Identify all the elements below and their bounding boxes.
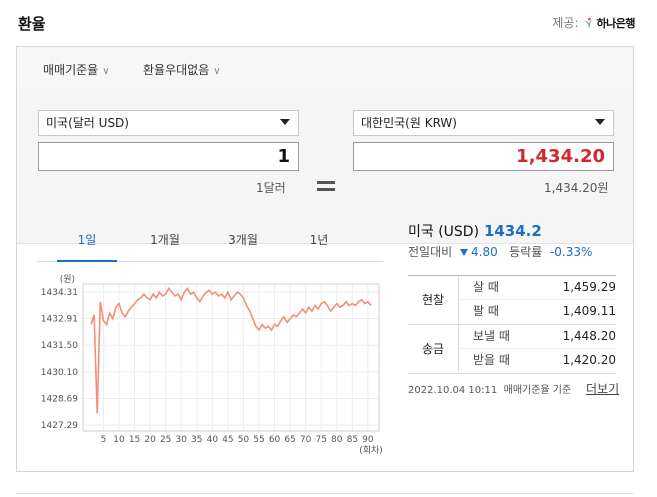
tab-1year[interactable]: 1년 (289, 233, 349, 260)
y-tick-label: 1428.69 (41, 394, 78, 404)
provider-name: 하나은행 (596, 16, 636, 30)
y-tick-label: 1431.50 (41, 341, 78, 351)
from-amount-input[interactable]: 1 (38, 142, 299, 171)
quote-change: 전일대비 4.80 등락률 -0.33% (408, 243, 592, 260)
equals-icon (317, 181, 335, 195)
more-link[interactable]: 더보기 (586, 380, 619, 397)
hana-logo-icon (583, 17, 594, 28)
x-tick-label: 80 (331, 435, 343, 445)
tab-1month[interactable]: 1개월 (135, 233, 195, 260)
y-tick-label: 1427.29 (41, 421, 78, 431)
y-tick-label: 1432.91 (41, 315, 78, 325)
x-axis-label: (회차) (359, 444, 383, 456)
from-currency-select[interactable]: 미국(달러 USD) (38, 110, 299, 136)
x-tick-label: 20 (144, 435, 156, 445)
y-tick-label: 1430.10 (41, 368, 78, 378)
x-tick-label: 5 (101, 435, 107, 445)
quote-country: 미국 (USD) (408, 224, 480, 240)
options-bar: 매매기준율 ∨ 환율우대없음 ∨ (17, 47, 633, 90)
cash-group: 현찰 살 때 1,459.29 팔 때 1,409.11 (408, 276, 616, 325)
x-tick-label: 15 (129, 435, 140, 445)
timestamp: 2022.10.04 10:11 매매기준율 기준 (408, 385, 572, 396)
tab-3months[interactable]: 3개월 (213, 233, 273, 260)
to-amount-input[interactable]: 1,434.20 (353, 142, 614, 171)
x-tick-label: 90 (362, 435, 374, 445)
provider: 제공: 하나은행 (552, 14, 635, 31)
change-label: 전일대비 (408, 245, 453, 259)
x-tick-label: 75 (315, 435, 326, 445)
quote-title: 미국 (USD) 1434.2 (408, 221, 542, 241)
x-tick-label: 70 (300, 435, 312, 445)
x-tick-label: 25 (160, 435, 171, 445)
x-tick-label: 10 (113, 435, 125, 445)
x-tick-label: 35 (191, 435, 202, 445)
rate-label: 등락률 (509, 245, 543, 259)
table-row: 살 때 1,459.29 (459, 276, 616, 300)
series-line (90, 286, 372, 414)
table-row: 받을 때 1,420.20 (473, 353, 616, 367)
caret-down-icon (595, 119, 605, 125)
table-row: 팔 때 1,409.11 (473, 304, 616, 318)
rates-table: 현찰 살 때 1,459.29 팔 때 1,409.11 송금 보낼 때 1,4… (408, 275, 616, 374)
x-tick-label: 85 (347, 435, 358, 445)
chevron-down-icon: ∨ (102, 66, 110, 77)
to-amount-caption: 1,434.20원 (544, 181, 609, 195)
provider-label: 제공: (552, 16, 579, 30)
divider (16, 493, 634, 494)
exchange-panel: 매매기준율 ∨ 환율우대없음 ∨ 미국(달러 USD) 1 1달러 대한민국(원 K… (16, 46, 634, 472)
x-tick-label: 40 (207, 435, 219, 445)
remit-label: 송금 (408, 325, 459, 373)
remit-group: 송금 보낼 때 1,448.20 받을 때 1,420.20 (408, 325, 616, 374)
cash-label: 현찰 (408, 276, 459, 324)
page-title: 환율 (18, 15, 46, 33)
to-currency-select[interactable]: 대한민국(원 KRW) (353, 110, 614, 136)
x-tick-label: 60 (269, 435, 281, 445)
chevron-down-icon: ∨ (213, 66, 221, 77)
x-tick-label: 45 (222, 435, 233, 445)
provider-bank[interactable]: 하나은행 (583, 15, 636, 31)
x-tick-label: 30 (175, 435, 187, 445)
quote-price: 1434.2 (483, 222, 542, 240)
y-tick-label: 1434.31 (41, 288, 78, 298)
down-triangle-icon (460, 249, 468, 256)
exchange-rate-chart: 1434.31 1432.91 1431.50 1430.10 1428.69 1427.… (41, 274, 383, 456)
x-tick-label: 50 (238, 435, 250, 445)
table-row: 보낼 때 1,448.20 (459, 325, 616, 349)
caret-down-icon (280, 119, 290, 125)
from-amount-caption: 1달러 (256, 181, 286, 195)
rate-type-dropdown[interactable]: 매매기준율 ∨ (43, 61, 110, 78)
y-axis-label: (원) (60, 274, 75, 285)
x-tick-label: 65 (284, 435, 295, 445)
change-value: 4.80 (471, 245, 498, 259)
preferential-dropdown[interactable]: 환율우대없음 ∨ (143, 61, 221, 78)
x-tick-label: 55 (253, 435, 264, 445)
rate-value: -0.33% (549, 245, 593, 259)
